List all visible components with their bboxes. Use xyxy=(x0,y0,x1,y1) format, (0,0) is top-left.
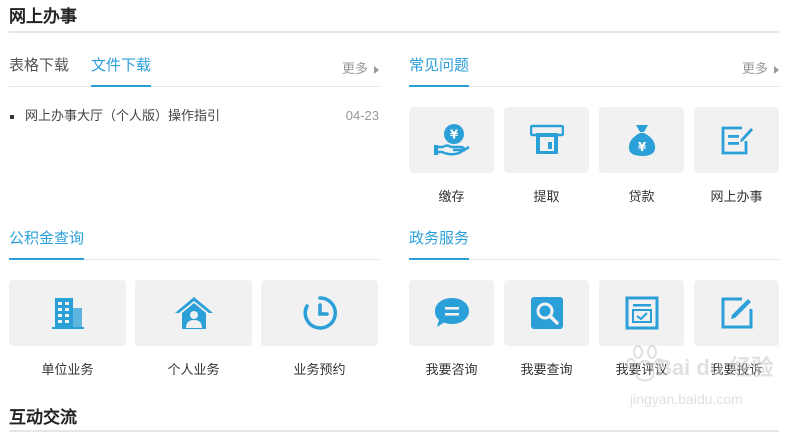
clock-icon xyxy=(303,296,337,330)
downloads-header: 表格下载 文件下载 更多 xyxy=(9,57,379,87)
list-item[interactable]: 网上办事大厅（个人版）操作指引 04-23 xyxy=(9,107,379,127)
tile-label: 我要投诉 xyxy=(710,362,763,377)
hand-coin-icon: ¥ xyxy=(433,124,470,156)
more-label: 更多 xyxy=(341,61,368,76)
watermark-url: jingyan.baidu.com xyxy=(630,391,743,407)
tile-consult[interactable]: 我要咨询 xyxy=(409,280,494,378)
tile-review[interactable]: 我要评议 xyxy=(599,280,684,378)
tile-icon-box xyxy=(694,107,779,173)
gov-service-header: 政务服务 xyxy=(409,230,779,260)
edit-square-icon xyxy=(721,297,752,329)
tile-label: 贷款 xyxy=(628,189,655,204)
tab-form-download[interactable]: 表格下载 xyxy=(9,57,69,85)
downloads-section: 表格下载 文件下载 更多 网上办事大厅（个人版）操作指引 04-23 xyxy=(9,57,379,127)
building-icon xyxy=(51,298,84,329)
interaction-title: 互动交流 xyxy=(9,408,77,427)
tile-personal-business[interactable]: 个人业务 xyxy=(135,280,252,378)
file-title: 网上办事大厅（个人版）操作指引 xyxy=(25,108,221,123)
tile-online-service[interactable]: 网上办事 xyxy=(694,107,779,205)
gov-service-title[interactable]: 政务服务 xyxy=(409,230,470,260)
tile-withdraw[interactable]: 提取 xyxy=(504,107,589,205)
tile-label: 业务预约 xyxy=(293,362,346,377)
more-label: 更多 xyxy=(741,61,768,76)
tile-icon-box: ¥ xyxy=(599,107,684,173)
svg-text:¥: ¥ xyxy=(637,140,646,154)
tile-deposit[interactable]: ¥ 缴存 xyxy=(409,107,494,205)
chat-bubble-icon xyxy=(434,298,469,327)
tile-icon-box xyxy=(599,280,684,346)
search-icon xyxy=(530,297,563,329)
faq-more-link[interactable]: 更多 xyxy=(742,58,779,77)
tile-icon-box xyxy=(694,280,779,346)
tile-label: 单位业务 xyxy=(41,362,94,377)
svg-text:¥: ¥ xyxy=(449,128,458,142)
tile-label: 我要评议 xyxy=(615,362,668,377)
tile-icon-box xyxy=(504,107,589,173)
tile-loan[interactable]: ¥ 贷款 xyxy=(599,107,684,205)
chevron-right-icon xyxy=(774,65,779,74)
tile-icon-box xyxy=(409,280,494,346)
money-bag-icon: ¥ xyxy=(628,125,655,156)
faq-header: 常见问题 更多 xyxy=(409,57,779,87)
fund-query-tiles: 单位业务 个人业务 业务预约 xyxy=(9,280,378,378)
tile-icon-box xyxy=(135,280,252,346)
edit-doc-icon xyxy=(721,126,753,155)
downloads-more-link[interactable]: 更多 xyxy=(342,58,379,77)
tile-label: 我要查询 xyxy=(520,362,573,377)
fund-query-section: 公积金查询 单位业务 个人业务 业务预约 xyxy=(9,230,379,380)
tile-label: 我要咨询 xyxy=(425,362,478,377)
tile-icon-box xyxy=(9,280,126,346)
fund-query-header: 公积金查询 xyxy=(9,230,379,260)
tile-icon-box: ¥ xyxy=(409,107,494,173)
gov-service-section: 政务服务 我要咨询 我要查询 我要评议 我要投诉 xyxy=(409,230,779,380)
tile-label: 网上办事 xyxy=(710,189,763,204)
tile-label: 缴存 xyxy=(438,189,465,204)
tile-appointment[interactable]: 业务预约 xyxy=(261,280,378,378)
file-list: 网上办事大厅（个人版）操作指引 04-23 xyxy=(9,107,379,127)
tile-complaint[interactable]: 我要投诉 xyxy=(694,280,779,378)
tile-label: 个人业务 xyxy=(167,362,220,377)
check-board-icon xyxy=(625,296,658,330)
tile-label: 提取 xyxy=(533,189,560,204)
faq-title[interactable]: 常见问题 xyxy=(409,57,470,87)
atm-card-icon xyxy=(529,124,564,154)
faq-tiles: ¥ 缴存 提取 ¥ 贷款 网上办事 xyxy=(409,107,779,205)
page-title: 网上办事 xyxy=(9,7,77,26)
tile-icon-box xyxy=(261,280,378,346)
chevron-right-icon xyxy=(374,65,379,74)
tile-query[interactable]: 我要查询 xyxy=(504,280,589,378)
faq-section: 常见问题 更多 ¥ 缴存 提取 ¥ 贷款 网上办事 xyxy=(409,57,779,207)
tile-icon-box xyxy=(504,280,589,346)
gov-service-tiles: 我要咨询 我要查询 我要评议 我要投诉 xyxy=(409,280,779,378)
tab-file-download[interactable]: 文件下载 xyxy=(91,57,152,87)
file-date: 04-23 xyxy=(345,108,379,123)
fund-query-title[interactable]: 公积金查询 xyxy=(9,230,85,260)
title-divider xyxy=(9,31,779,33)
house-person-icon xyxy=(174,297,213,329)
tile-unit-business[interactable]: 单位业务 xyxy=(9,280,126,378)
